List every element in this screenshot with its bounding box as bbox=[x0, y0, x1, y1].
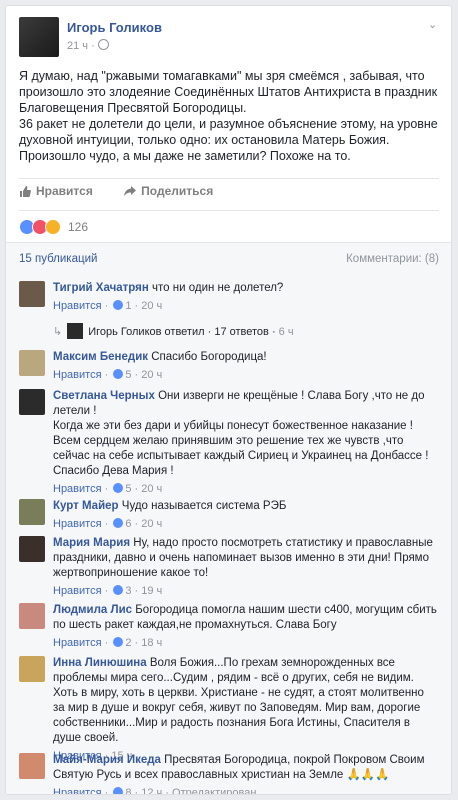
avatar[interactable] bbox=[19, 536, 45, 562]
share-icon bbox=[124, 185, 137, 196]
comment-time[interactable]: 20 ч bbox=[141, 483, 162, 495]
comment-author[interactable]: Тигрий Хачатрян bbox=[53, 282, 149, 294]
comments-header: 15 публикаций Комментарии: (8) bbox=[19, 253, 439, 265]
avatar[interactable] bbox=[19, 389, 45, 415]
comment-meta: Нравится · 5 · 20 ч bbox=[53, 369, 163, 381]
comment-like-button[interactable]: Нравится bbox=[53, 637, 102, 649]
comment-author[interactable]: Курт Майер bbox=[53, 500, 119, 512]
reply-count: 17 ответов bbox=[214, 326, 269, 338]
comment-author[interactable]: Людмила Лис bbox=[53, 604, 132, 616]
post-card: Игорь Голиков 21 ч · ⌄ Я думаю, над "ржа… bbox=[5, 5, 452, 795]
post-paragraph: Я думаю, над "ржавыми томагавками" мы зр… bbox=[19, 69, 438, 115]
avatar bbox=[67, 323, 84, 339]
share-button[interactable]: Поделиться bbox=[124, 184, 213, 198]
comment-author[interactable]: Светлана Черных bbox=[53, 390, 155, 402]
comment-author[interactable]: Максим Бенедик bbox=[53, 351, 148, 363]
comment-time[interactable]: 20 ч bbox=[141, 369, 162, 381]
post-author[interactable]: Игорь Голиков bbox=[67, 20, 162, 35]
comment-meta: Нравится · 8 · 12 ч · Отредактирован bbox=[53, 786, 437, 794]
like-button[interactable]: Нравится bbox=[19, 184, 93, 198]
post-time[interactable]: 21 ч bbox=[67, 40, 88, 52]
comments-count[interactable]: Комментарии: (8) bbox=[346, 253, 439, 265]
like-badge-icon bbox=[113, 300, 124, 310]
reaction-count: 126 bbox=[68, 220, 89, 234]
comment-text: что ни один не долетел? bbox=[152, 282, 284, 294]
comment-like-count[interactable]: 5 bbox=[125, 369, 131, 381]
comment-time[interactable]: 12 ч bbox=[141, 787, 162, 794]
comments-section: 15 публикаций Комментарии: (8) Тигрий Ха… bbox=[6, 243, 451, 794]
share-label: Поделиться bbox=[141, 184, 214, 198]
thumbs-up-icon bbox=[20, 185, 31, 197]
comment-body: Инна Линюшина Воля Божия...По грехам зем… bbox=[53, 656, 437, 764]
comment-body: Максим Бенедик Спасибо Богородица! Нрави… bbox=[53, 350, 437, 383]
divider bbox=[19, 210, 439, 211]
comment-like-button[interactable]: Нравится bbox=[53, 787, 102, 794]
avatar[interactable] bbox=[19, 753, 45, 779]
comment-author[interactable]: Мария Мария bbox=[53, 537, 130, 549]
edited-label[interactable]: Отредактирован bbox=[172, 787, 256, 794]
post-paragraph: 36 ракет не долетели до цели, и разумное… bbox=[19, 117, 438, 163]
comment-text: Воля Божия...По грехам земнорожденных вс… bbox=[53, 657, 424, 744]
avatar[interactable] bbox=[19, 603, 45, 629]
wow-reaction-icon bbox=[45, 219, 61, 235]
post-header: Игорь Голиков 21 ч · ⌄ bbox=[6, 6, 451, 57]
comment-body: Людмила Лис Богородица помогла нашим шес… bbox=[53, 603, 437, 651]
avatar[interactable] bbox=[19, 499, 45, 525]
avatar[interactable] bbox=[19, 656, 45, 682]
like-badge-icon bbox=[113, 518, 124, 528]
comment-like-count[interactable]: 6 bbox=[125, 518, 131, 530]
comment-author[interactable]: Инна Линюшина bbox=[53, 657, 147, 669]
comment-body: Мария Мария Ну, надо просто посмотреть с… bbox=[53, 536, 437, 599]
like-badge-icon bbox=[113, 787, 124, 794]
comment-time[interactable]: 18 ч bbox=[141, 637, 162, 649]
post-body: Я думаю, над "ржавыми томагавками" мы зр… bbox=[19, 68, 439, 164]
comment-like-button[interactable]: Нравится bbox=[53, 518, 102, 530]
comment-like-count[interactable]: 1 bbox=[125, 300, 131, 312]
reply-author: Игорь Голиков bbox=[88, 326, 162, 338]
comment-text: Спасибо Богородица! bbox=[151, 351, 267, 363]
avatar[interactable] bbox=[19, 281, 45, 307]
chevron-down-icon[interactable]: ⌄ bbox=[428, 20, 438, 31]
comment-like-count[interactable]: 3 bbox=[125, 585, 131, 597]
comment-body: Курт Майер Чудо называется система РЭБ Н… bbox=[53, 499, 437, 532]
reply-arrow-icon: ↳ bbox=[53, 326, 63, 338]
globe-icon bbox=[97, 39, 109, 50]
reactions-summary[interactable]: 126 bbox=[19, 216, 88, 238]
comment-meta: Нравится · 5 · 20 ч bbox=[53, 483, 163, 495]
like-badge-icon bbox=[113, 369, 124, 379]
comment-time[interactable]: 20 ч bbox=[141, 518, 162, 530]
comment-like-count[interactable]: 8 bbox=[125, 787, 131, 794]
comment-like-button[interactable]: Нравится bbox=[53, 300, 102, 312]
comment-time[interactable]: 19 ч bbox=[141, 585, 162, 597]
post-actions: Нравится Поделиться bbox=[19, 184, 439, 208]
comment-like-count[interactable]: 2 bbox=[125, 637, 131, 649]
avatar[interactable] bbox=[19, 350, 45, 376]
comment-body: Майя-Мария Икеда Пресвятая Богородица, п… bbox=[53, 753, 437, 794]
like-badge-icon bbox=[113, 637, 124, 647]
comment-body: Светлана Черных Они изверги не крещёные … bbox=[53, 389, 437, 497]
comment-like-button[interactable]: Нравится bbox=[53, 585, 102, 597]
comment-meta: Нравится · 1 · 20 ч bbox=[53, 300, 163, 312]
comment-text: Чудо называется система РЭБ bbox=[121, 500, 287, 512]
like-label: Нравится bbox=[36, 184, 93, 198]
reply-time: 6 ч bbox=[278, 326, 294, 338]
divider bbox=[19, 178, 439, 179]
reply-summary[interactable]: ↳ Игорь Голиков ответил · 17 ответов · 6 … bbox=[53, 323, 294, 339]
comment-text: Они изверги не крещёные ! Слава Богу ,чт… bbox=[53, 390, 429, 477]
comment-meta: Нравится · 3 · 19 ч bbox=[53, 585, 163, 597]
like-badge-icon bbox=[113, 585, 124, 595]
like-badge-icon bbox=[113, 483, 124, 493]
comment-like-button[interactable]: Нравится bbox=[53, 369, 102, 381]
comment-body: Тигрий Хачатрян что ни один не долетел? … bbox=[53, 281, 437, 314]
comment-like-button[interactable]: Нравится bbox=[53, 483, 102, 495]
comment-meta: Нравится · 6 · 20 ч bbox=[53, 518, 163, 530]
comment-like-count[interactable]: 5 bbox=[125, 483, 131, 495]
avatar[interactable] bbox=[19, 17, 59, 57]
comment-time[interactable]: 20 ч bbox=[141, 300, 162, 312]
reply-action: ответил bbox=[164, 326, 205, 338]
comment-author[interactable]: Майя-Мария Икеда bbox=[53, 754, 161, 766]
post-meta: 21 ч · bbox=[67, 39, 109, 52]
comment-meta: Нравится · 2 · 18 ч bbox=[53, 637, 163, 649]
publications-link[interactable]: 15 публикаций bbox=[19, 253, 97, 265]
